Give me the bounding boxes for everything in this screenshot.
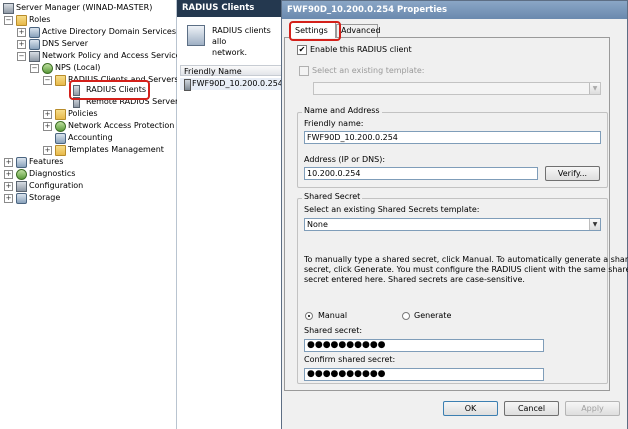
- shared-secret-info-line1: To manually type a shared secret, click …: [304, 255, 628, 264]
- table-row[interactable]: FWF90D_10.200.0.254: [180, 78, 285, 90]
- manual-radio[interactable]: [305, 312, 313, 320]
- dialog-title[interactable]: FWF90D_10.200.0.254 Properties: [282, 1, 627, 19]
- expand-icon[interactable]: +: [4, 158, 13, 167]
- select-template-checkbox[interactable]: [299, 66, 309, 76]
- nap-icon: [55, 121, 66, 132]
- friendly-name-label: Friendly name:: [304, 119, 364, 128]
- folder-icon: [55, 109, 66, 120]
- name-address-group-title: Name and Address: [302, 106, 382, 116]
- client-name: FWF90D_10.200.0.254: [192, 79, 283, 88]
- shared-secret-group-title: Shared Secret: [302, 192, 363, 202]
- server-icon: [3, 3, 14, 14]
- collapse-icon[interactable]: −: [43, 76, 52, 85]
- expand-icon[interactable]: +: [4, 194, 13, 203]
- expand-icon[interactable]: +: [17, 40, 26, 49]
- template-dropdown[interactable]: ▼: [313, 82, 601, 95]
- address-input[interactable]: 10.200.0.254: [304, 167, 538, 180]
- storage-icon: [16, 193, 27, 204]
- friendly-name-input[interactable]: FWF90D_10.200.0.254: [304, 131, 601, 144]
- shared-template-label: Select an existing Shared Secrets templa…: [304, 205, 480, 214]
- enable-client-label: Enable this RADIUS client: [310, 45, 412, 54]
- generate-label: Generate: [414, 311, 452, 320]
- settings-tab-highlight: [289, 21, 341, 41]
- network-icon: [29, 51, 40, 62]
- tab-advanced[interactable]: Advanced: [336, 24, 381, 37]
- verify-button[interactable]: Verify...: [545, 166, 600, 181]
- manual-label: Manual: [318, 311, 348, 320]
- column-header-friendly-name[interactable]: Friendly Name: [180, 65, 285, 76]
- configuration-icon: [16, 181, 27, 192]
- expand-icon[interactable]: +: [17, 28, 26, 37]
- expand-icon[interactable]: +: [43, 110, 52, 119]
- generate-radio[interactable]: [402, 312, 410, 320]
- collapse-icon[interactable]: −: [4, 16, 13, 25]
- chevron-down-icon: ▼: [589, 83, 600, 94]
- enable-client-checkbox[interactable]: ✔: [297, 45, 307, 55]
- address-label: Address (IP or DNS):: [304, 155, 386, 164]
- collapse-icon[interactable]: −: [30, 64, 39, 73]
- expand-icon[interactable]: +: [4, 182, 13, 191]
- expand-icon[interactable]: +: [4, 170, 13, 179]
- features-icon: [16, 157, 27, 168]
- shared-secret-info-line3: secret entered here. Shared secrets are …: [304, 275, 525, 284]
- ok-button[interactable]: OK: [443, 401, 498, 416]
- collapse-icon[interactable]: −: [17, 52, 26, 61]
- expand-icon[interactable]: +: [43, 146, 52, 155]
- directory-icon: [29, 27, 40, 38]
- confirm-secret-input[interactable]: ●●●●●●●●●●: [304, 368, 544, 381]
- cancel-button[interactable]: Cancel: [504, 401, 559, 416]
- diagnostics-icon: [16, 169, 27, 180]
- nps-icon: [42, 63, 53, 74]
- results-description: RADIUS clients allo network.: [212, 26, 271, 57]
- radius-clients-icon: [187, 25, 205, 46]
- accounting-icon: [55, 133, 66, 144]
- dns-icon: [29, 39, 40, 50]
- confirm-secret-label: Confirm shared secret:: [304, 355, 396, 364]
- apply-button[interactable]: Apply: [565, 401, 620, 416]
- shared-secret-input[interactable]: ●●●●●●●●●●: [304, 339, 544, 352]
- shared-template-value: None: [307, 220, 328, 229]
- radius-client-icon: [184, 79, 191, 91]
- expand-icon[interactable]: +: [43, 122, 52, 131]
- select-template-label: Select an existing template:: [312, 66, 425, 75]
- chevron-down-icon: ▼: [589, 219, 600, 230]
- shared-secret-info-line2: secret, click Generate. You must configu…: [304, 265, 628, 274]
- folder-icon: [55, 145, 66, 156]
- radius-clients-highlight: [69, 80, 150, 100]
- roles-icon: [16, 15, 27, 26]
- folder-icon: [55, 75, 66, 86]
- results-pane-title: RADIUS Clients: [177, 0, 285, 17]
- shared-template-dropdown[interactable]: None ▼: [304, 218, 601, 231]
- shared-secret-label: Shared secret:: [304, 326, 363, 335]
